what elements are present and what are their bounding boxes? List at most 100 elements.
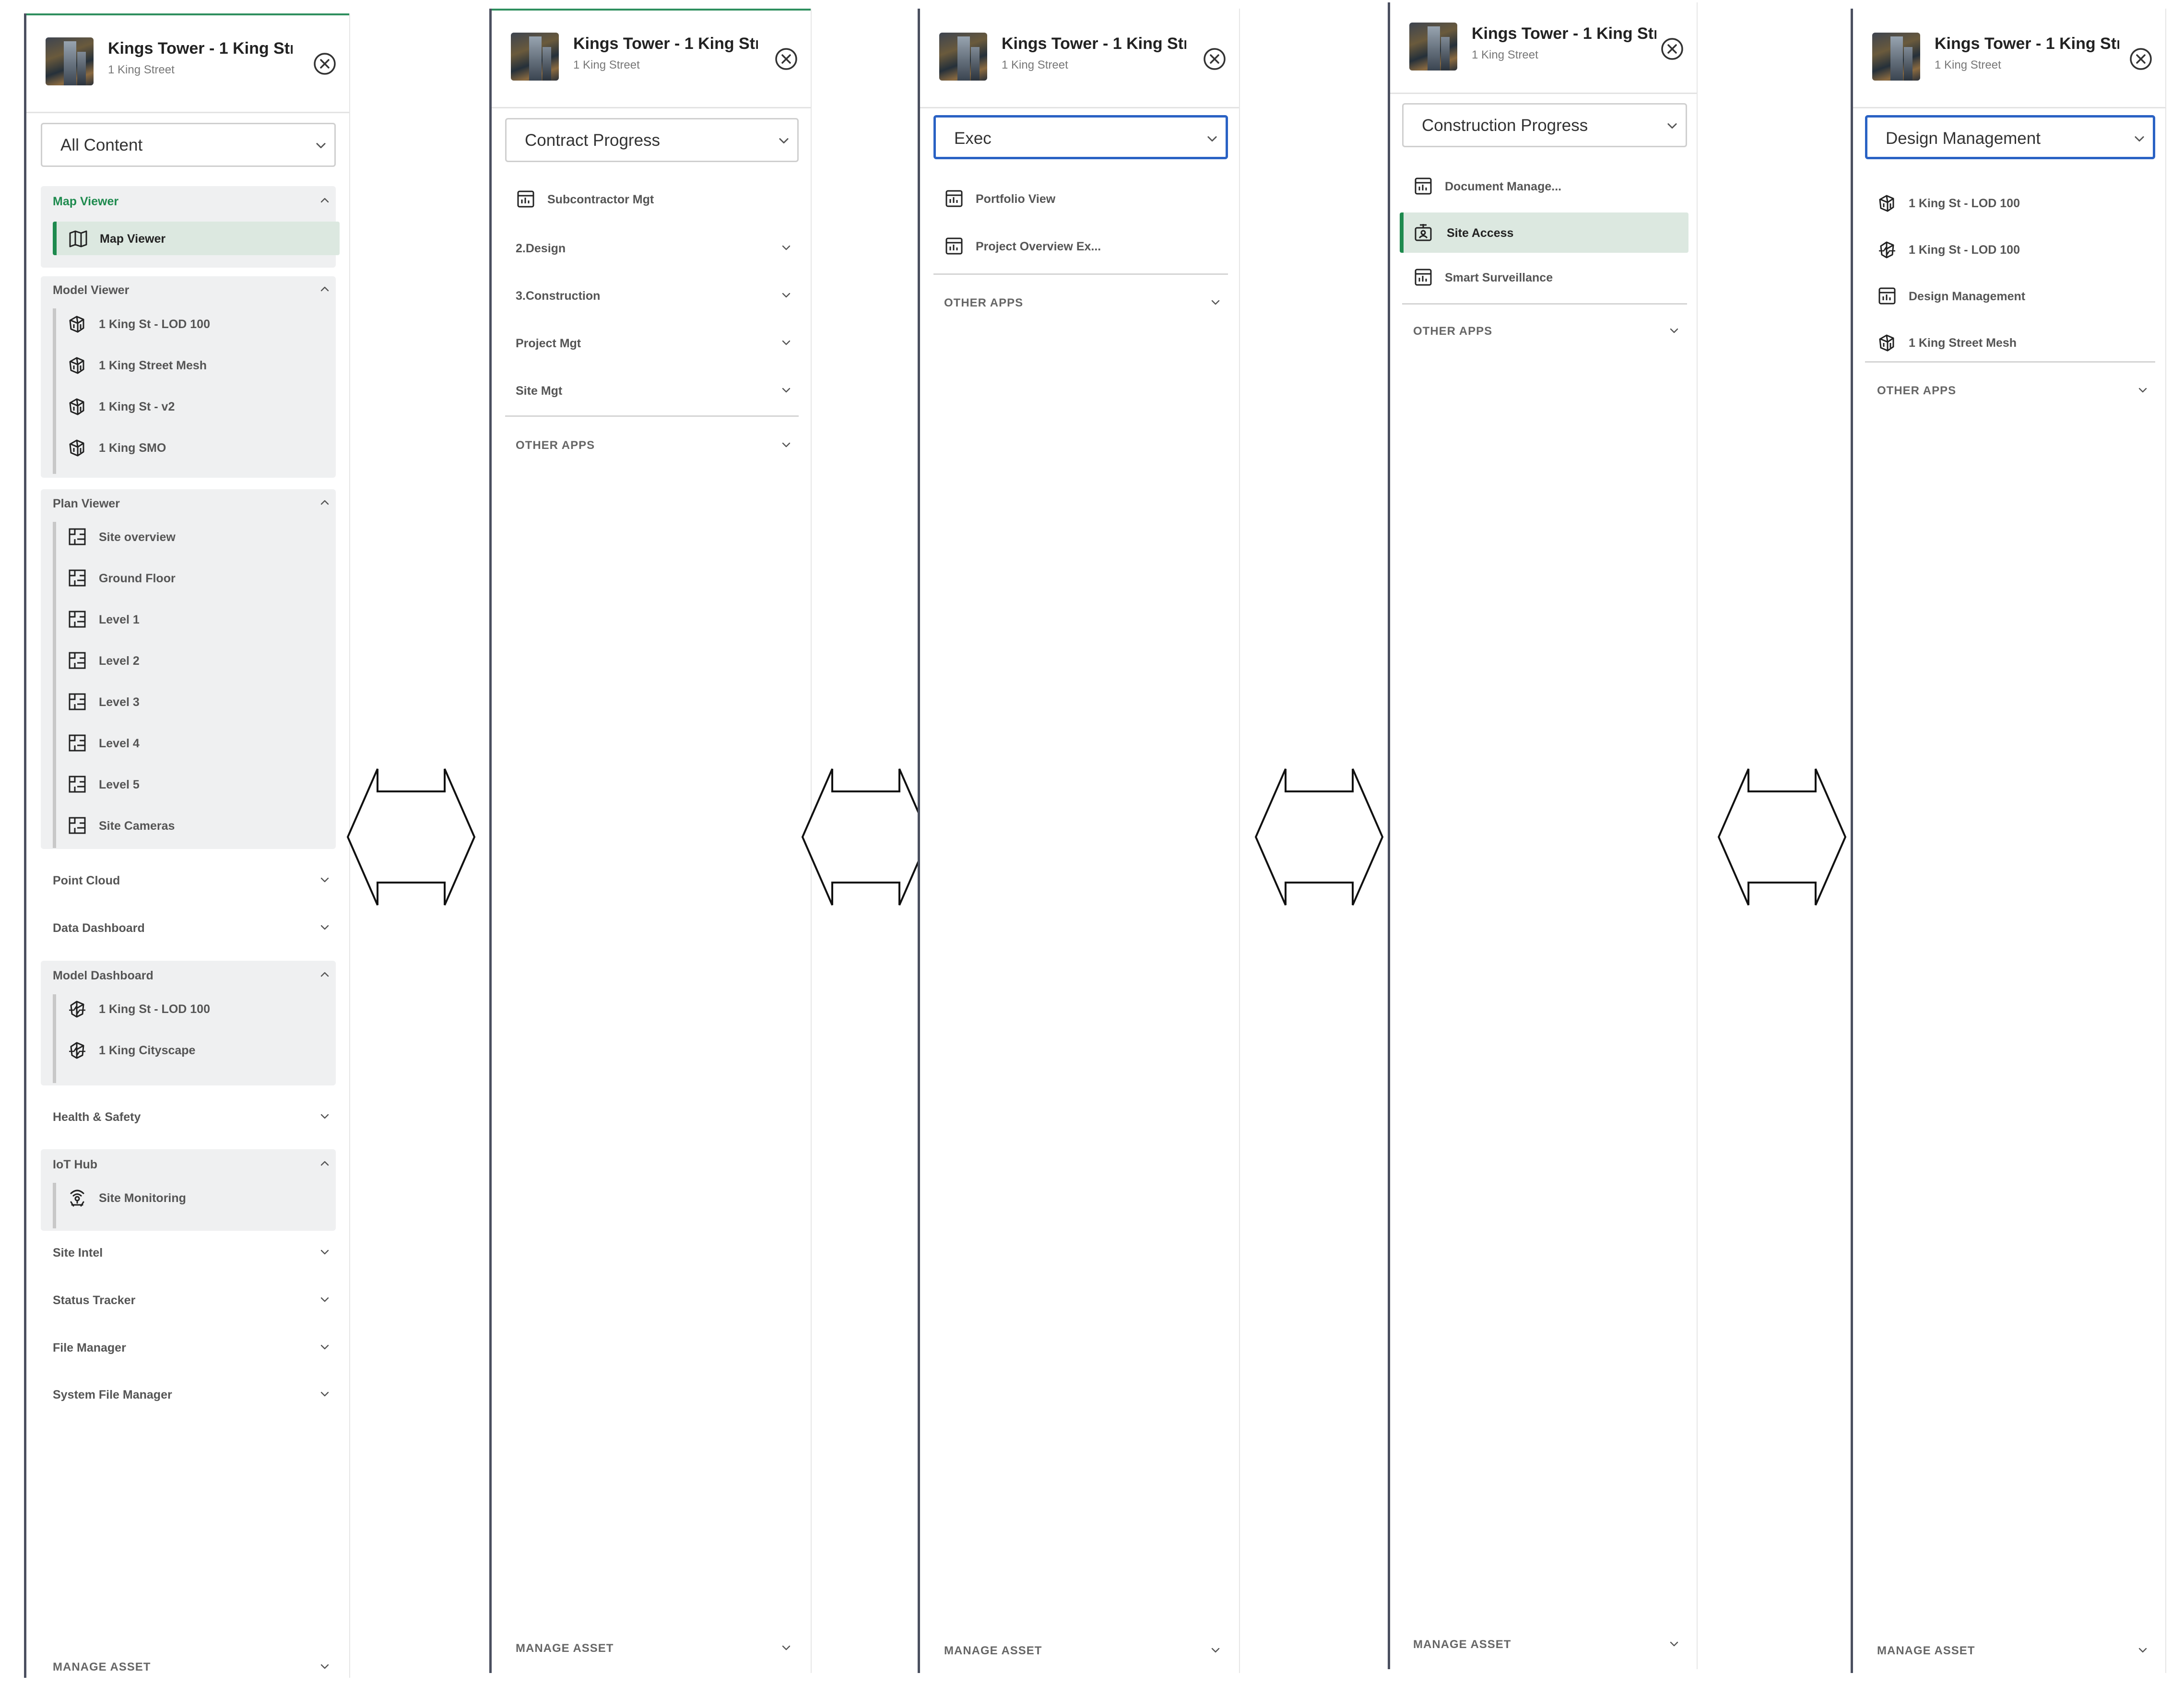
chevron-down-icon[interactable] — [780, 337, 792, 348]
nav-item-model[interactable]: 1 King St - LOD 100 — [1877, 186, 2146, 220]
nav-item-model-dashboard[interactable]: 1 King St - LOD 100 — [67, 992, 326, 1025]
chevron-down-icon[interactable] — [319, 1294, 331, 1305]
content-select[interactable]: Construction Progress — [1402, 103, 1687, 147]
nav-item-project-overview[interactable]: Project Overview Ex... — [944, 229, 1213, 263]
nav-item-plan[interactable]: Site overview — [67, 520, 326, 554]
nav-item-plan[interactable]: Level 3 — [67, 685, 326, 719]
chevron-down-icon[interactable] — [319, 921, 331, 933]
content-select[interactable]: Design Management — [1865, 115, 2155, 159]
group-header-map-viewer[interactable]: Map Viewer — [53, 195, 118, 209]
chevron-down-icon[interactable] — [319, 1246, 331, 1258]
close-icon[interactable] — [774, 47, 798, 71]
chevron-down-icon[interactable] — [1668, 325, 1680, 336]
chevron-down-icon[interactable] — [319, 1388, 331, 1400]
nav-item-model[interactable]: 1 King St - LOD 100 — [67, 307, 326, 341]
chevron-up-icon[interactable] — [319, 497, 331, 508]
nav-item-model[interactable]: 1 King Street Mesh — [67, 348, 326, 382]
chevron-down-icon — [2133, 132, 2146, 145]
chevron-down-icon[interactable] — [319, 1661, 331, 1672]
other-apps[interactable]: OTHER APPS — [1877, 384, 1956, 398]
project-title: Kings Tower - 1 King Street — [1935, 35, 2119, 53]
chevron-down-icon[interactable] — [319, 1110, 331, 1122]
close-icon[interactable] — [313, 52, 337, 76]
manage-asset[interactable]: MANAGE ASSET — [1413, 1638, 1511, 1651]
model-dashboard-icon — [67, 999, 87, 1019]
chevron-up-icon[interactable] — [319, 1158, 331, 1169]
chevron-down-icon[interactable] — [780, 384, 792, 396]
chevron-down-icon[interactable] — [2137, 1644, 2149, 1656]
chevron-down-icon — [777, 134, 791, 147]
chevron-down-icon[interactable] — [1668, 1638, 1680, 1650]
nav-item-model[interactable]: 1 King St - v2 — [67, 389, 326, 423]
chevron-down-icon[interactable] — [1210, 296, 1221, 308]
nav-item-plan[interactable]: Level 2 — [67, 644, 326, 677]
group-header-data-dashboard[interactable]: Data Dashboard — [53, 921, 145, 935]
nav-item-label: Site Access — [1447, 226, 1514, 240]
group-header-model-viewer[interactable]: Model Viewer — [53, 283, 129, 297]
chevron-up-icon[interactable] — [319, 969, 331, 980]
double-arrow-icon — [1254, 767, 1384, 907]
nav-item-document-manage[interactable]: Document Manage... — [1413, 169, 1682, 203]
group-header-file-manager[interactable]: File Manager — [53, 1341, 126, 1355]
section-header[interactable]: 3.Construction — [516, 289, 600, 303]
group-header-model-dashboard[interactable]: Model Dashboard — [53, 969, 153, 983]
group-header-point-cloud[interactable]: Point Cloud — [53, 874, 120, 888]
nav-item-label: Level 4 — [99, 737, 140, 750]
nav-item-map-viewer[interactable]: Map Viewer — [53, 222, 340, 255]
project-address: 1 King Street — [1472, 48, 1538, 61]
manage-asset[interactable]: MANAGE ASSET — [1877, 1644, 1975, 1658]
content-select[interactable]: Exec — [933, 115, 1228, 159]
nav-item-site-monitoring[interactable]: Site Monitoring — [67, 1181, 326, 1214]
floor-plan-icon — [67, 650, 87, 671]
project-header: Kings Tower - 1 King Street 1 King Stree… — [46, 33, 340, 90]
nav-item-plan[interactable]: Ground Floor — [67, 561, 326, 595]
nav-item-subcontractor-mgt[interactable]: Subcontractor Mgt — [516, 182, 784, 216]
content-select[interactable]: Contract Progress — [505, 118, 799, 162]
nav-item-model[interactable]: 1 King SMO — [67, 431, 326, 464]
nav-item-site-access[interactable]: Site Access — [1400, 212, 1688, 253]
manage-asset[interactable]: MANAGE ASSET — [516, 1642, 614, 1655]
nav-item-plan[interactable]: Level 4 — [67, 726, 326, 760]
chevron-up-icon[interactable] — [319, 283, 331, 295]
nav-item-model-dashboard[interactable]: 1 King St - LOD 100 — [1877, 233, 2146, 266]
chevron-down-icon[interactable] — [780, 439, 792, 450]
chevron-down-icon[interactable] — [2137, 384, 2149, 396]
group-header-health-safety[interactable]: Health & Safety — [53, 1110, 141, 1124]
chevron-down-icon[interactable] — [780, 242, 792, 253]
chevron-down-icon[interactable] — [1210, 1644, 1221, 1656]
nav-item-plan[interactable]: Level 1 — [67, 602, 326, 636]
other-apps[interactable]: OTHER APPS — [516, 439, 595, 452]
nav-item-label: Level 1 — [99, 613, 140, 626]
chevron-down-icon[interactable] — [780, 289, 792, 301]
manage-asset[interactable]: MANAGE ASSET — [944, 1644, 1042, 1658]
section-header[interactable]: Project Mgt — [516, 337, 581, 351]
other-apps[interactable]: OTHER APPS — [944, 296, 1023, 310]
group-header-iot-hub[interactable]: IoT Hub — [53, 1158, 97, 1172]
group-header-plan-viewer[interactable]: Plan Viewer — [53, 497, 120, 511]
nav-item-label: 1 King St - LOD 100 — [1909, 243, 2020, 257]
nav-item-smart-surveillance[interactable]: Smart Surveillance — [1413, 260, 1682, 294]
chevron-down-icon[interactable] — [780, 1642, 792, 1653]
group-header-site-intel[interactable]: Site Intel — [53, 1246, 103, 1260]
nav-item-plan[interactable]: Site Cameras — [67, 809, 326, 842]
project-title: Kings Tower - 1 King Street — [108, 39, 293, 58]
header-divider — [1390, 93, 1697, 94]
section-header[interactable]: Site Mgt — [516, 384, 562, 398]
section-header[interactable]: 2.Design — [516, 242, 566, 256]
nav-item-model[interactable]: 1 King Street Mesh — [1877, 326, 2146, 359]
close-icon[interactable] — [1660, 37, 1684, 61]
nav-item-design-management[interactable]: Design Management — [1877, 279, 2146, 313]
chevron-up-icon[interactable] — [319, 195, 331, 206]
nav-item-portfolio-view[interactable]: Portfolio View — [944, 182, 1213, 215]
content-select[interactable]: All Content — [41, 123, 336, 167]
manage-asset[interactable]: MANAGE ASSET — [53, 1661, 151, 1674]
chevron-down-icon[interactable] — [319, 1341, 331, 1353]
close-icon[interactable] — [1203, 47, 1227, 71]
close-icon[interactable] — [2129, 47, 2153, 71]
chevron-down-icon[interactable] — [319, 874, 331, 885]
group-header-system-file-manager[interactable]: System File Manager — [53, 1388, 172, 1402]
group-header-status-tracker[interactable]: Status Tracker — [53, 1294, 135, 1308]
other-apps[interactable]: OTHER APPS — [1413, 325, 1492, 338]
nav-item-plan[interactable]: Level 5 — [67, 767, 326, 801]
nav-item-model-dashboard[interactable]: 1 King Cityscape — [67, 1033, 326, 1067]
